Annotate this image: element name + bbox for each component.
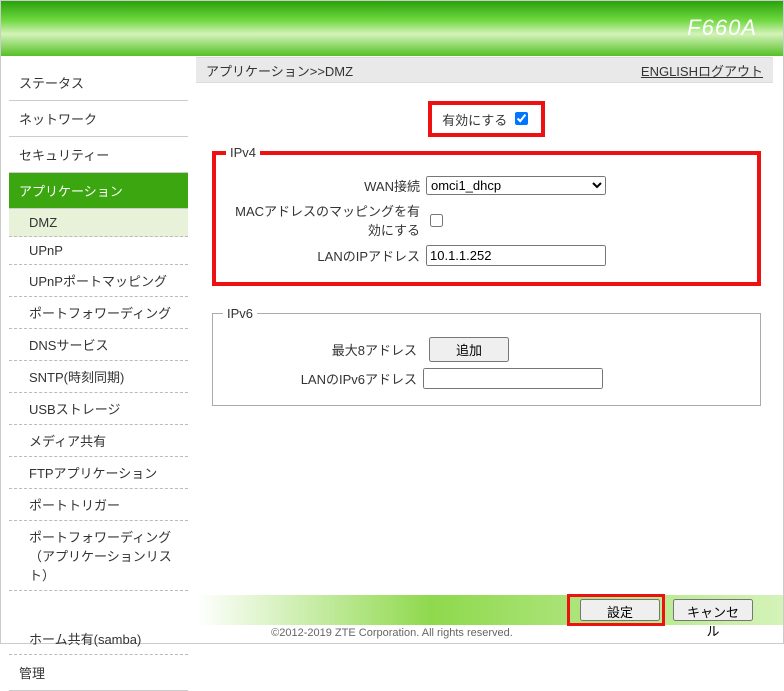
top-links: ENGLISHログアウト [641, 61, 763, 80]
ipv6-max-label: 最大8アドレス [223, 340, 423, 359]
sidebar-subitem-ポートトリガー[interactable]: ポートトリガー [9, 489, 188, 521]
sidebar-subitem-DMZ[interactable]: DMZ [9, 209, 188, 237]
header-bar: F660A [1, 1, 783, 56]
wan-select[interactable]: omci1_dhcp [426, 176, 606, 195]
enable-highlight: 有効にする [428, 101, 545, 137]
breadcrumb: アプリケーション>>DMZ [206, 61, 353, 80]
sidebar-item-セキュリティー[interactable]: セキュリティー [9, 137, 188, 173]
sidebar-item-アプリケーション[interactable]: アプリケーション [9, 173, 188, 209]
sidebar-subitem-FTPアプリケーション[interactable]: FTPアプリケーション [9, 457, 188, 489]
enable-checkbox[interactable] [515, 112, 528, 125]
sidebar-item-ステータス[interactable]: ステータス [9, 65, 188, 101]
mac-label: MACアドレスのマッピングを有効にする [226, 201, 426, 239]
sidebar: ステータスネットワークセキュリティーアプリケーションDMZUPnPUPnPポート… [1, 57, 196, 593]
sidebar-subitem-UPnP[interactable]: UPnP [9, 237, 188, 265]
sidebar-subitem-メディア共有[interactable]: メディア共有 [9, 425, 188, 457]
sidebar-subitem-DNSサービス[interactable]: DNSサービス [9, 329, 188, 361]
sidebar-subitem-UPnPポートマッピング[interactable]: UPnPポートマッピング [9, 265, 188, 297]
lan-ip-input[interactable] [426, 245, 606, 266]
breadcrumb-row: アプリケーション>>DMZ ENGLISHログアウト [196, 57, 773, 83]
main-panel: アプリケーション>>DMZ ENGLISHログアウト 有効にする IPv4 WA… [196, 57, 783, 593]
wan-label: WAN接続 [226, 176, 426, 195]
english-link[interactable]: ENGLISH [641, 64, 698, 79]
enable-label: 有効にする [442, 113, 507, 128]
ipv4-fieldset: IPv4 WAN接続 omci1_dhcp MACアドレスのマッピングを有効にす… [212, 145, 761, 286]
sidebar-subitem-ポートフォワーディング（アプリケーションリスト）[interactable]: ポートフォワーディング（アプリケーションリスト） [9, 521, 188, 591]
sidebar-subitem-ポートフォワーディング[interactable]: ポートフォワーディング [9, 297, 188, 329]
submit-button[interactable]: 設定 [580, 599, 660, 621]
logout-link[interactable]: ログアウト [698, 64, 763, 79]
ipv6-fieldset: IPv6 最大8アドレス 追加 LANのIPv6アドレス [212, 306, 761, 406]
button-bar: 設定 キャンセル [1, 595, 783, 625]
ipv6-lan-input[interactable] [423, 368, 603, 389]
lan-ip-label: LANのIPアドレス [226, 246, 426, 265]
sidebar-item-ネットワーク[interactable]: ネットワーク [9, 101, 188, 137]
ipv6-lan-label: LANのIPv6アドレス [223, 369, 423, 388]
model-name: F660A [687, 1, 783, 41]
copyright: ©2012-2019 ZTE Corporation. All rights r… [1, 625, 783, 643]
mac-checkbox[interactable] [430, 214, 443, 227]
submit-highlight: 設定 [567, 594, 665, 626]
ipv6-add-button[interactable]: 追加 [429, 337, 509, 362]
ipv4-legend: IPv4 [226, 145, 260, 160]
sidebar-item-管理[interactable]: 管理 [9, 655, 188, 691]
sidebar-subitem-SNTP(時刻同期)[interactable]: SNTP(時刻同期) [9, 361, 188, 393]
cancel-button[interactable]: キャンセル [673, 599, 753, 621]
sidebar-subitem-USBストレージ[interactable]: USBストレージ [9, 393, 188, 425]
ipv6-legend: IPv6 [223, 306, 257, 321]
